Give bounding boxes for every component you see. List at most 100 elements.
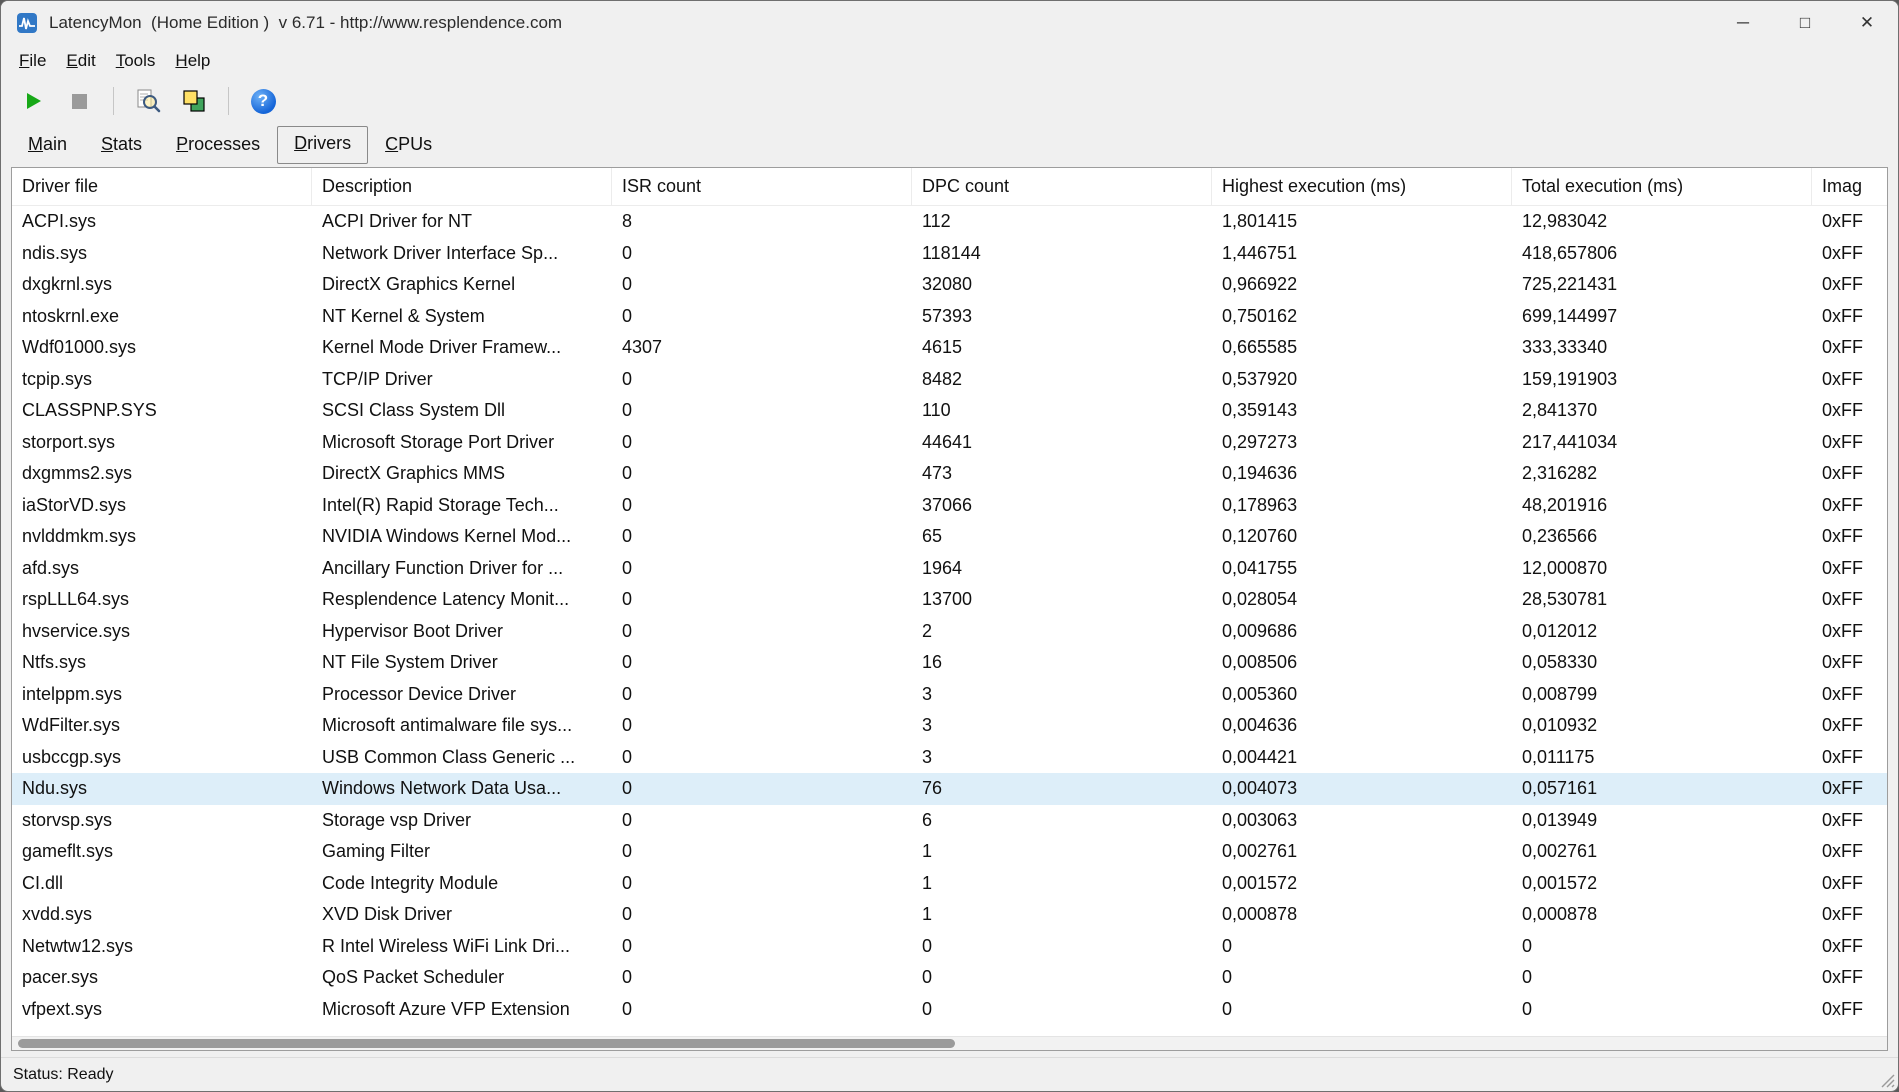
table-cell[interactable]: NVIDIA Windows Kernel Mod... — [312, 526, 612, 547]
table-row[interactable]: Netwtw12.sys R Intel Wireless WiFi Link … — [12, 931, 1887, 963]
table-cell[interactable]: 0xFF — [1812, 967, 1887, 988]
table-cell[interactable]: Ancillary Function Driver for ... — [312, 558, 612, 579]
table-cell[interactable]: 0,058330 — [1512, 652, 1812, 673]
column-header-highest-execution[interactable]: Highest execution (ms) — [1212, 168, 1512, 205]
table-cell[interactable]: storport.sys — [12, 432, 312, 453]
table-cell[interactable]: 0 — [612, 495, 912, 516]
table-cell[interactable]: 0xFF — [1812, 495, 1887, 516]
table-cell[interactable]: 0xFF — [1812, 715, 1887, 736]
table-cell[interactable]: USB Common Class Generic ... — [312, 747, 612, 768]
table-cell[interactable]: Netwtw12.sys — [12, 936, 312, 957]
table-cell[interactable]: 65 — [912, 526, 1212, 547]
table-cell[interactable]: 4615 — [912, 337, 1212, 358]
table-cell[interactable]: 0xFF — [1812, 778, 1887, 799]
table-row[interactable]: intelppm.sys Processor Device Driver 0 3… — [12, 679, 1887, 711]
table-cell[interactable]: 0 — [612, 841, 912, 862]
menu-file[interactable]: File — [9, 48, 56, 74]
table-cell[interactable]: XVD Disk Driver — [312, 904, 612, 925]
table-cell[interactable]: 0xFF — [1812, 558, 1887, 579]
table-cell[interactable]: 725,221431 — [1512, 274, 1812, 295]
table-cell[interactable]: SCSI Class System Dll — [312, 400, 612, 421]
copy-report-button[interactable] — [174, 83, 214, 119]
table-cell[interactable]: 0,178963 — [1212, 495, 1512, 516]
table-cell[interactable]: 0 — [612, 243, 912, 264]
table-cell[interactable]: 0 — [1512, 967, 1812, 988]
table-row[interactable]: Wdf01000.sys Kernel Mode Driver Framew..… — [12, 332, 1887, 364]
table-cell[interactable]: vfpext.sys — [12, 999, 312, 1020]
table-cell[interactable]: 0 — [612, 526, 912, 547]
table-cell[interactable]: 0 — [612, 904, 912, 925]
column-header-image[interactable]: Imag — [1812, 168, 1887, 205]
table-cell[interactable]: 0 — [612, 684, 912, 705]
table-row[interactable]: ACPI.sys ACPI Driver for NT 8 112 1,8014… — [12, 206, 1887, 238]
table-cell[interactable]: intelppm.sys — [12, 684, 312, 705]
table-cell[interactable]: 0 — [1512, 936, 1812, 957]
table-cell[interactable]: 0 — [612, 589, 912, 610]
tab-drivers[interactable]: Drivers — [277, 126, 369, 164]
table-cell[interactable]: 0,005360 — [1212, 684, 1512, 705]
table-cell[interactable]: 0,010932 — [1512, 715, 1812, 736]
table-cell[interactable]: 3 — [912, 684, 1212, 705]
table-cell[interactable]: 12,983042 — [1512, 211, 1812, 232]
table-cell[interactable]: 0,008506 — [1212, 652, 1512, 673]
table-cell[interactable]: Windows Network Data Usa... — [312, 778, 612, 799]
table-cell[interactable]: 0,003063 — [1212, 810, 1512, 831]
table-cell[interactable]: 0xFF — [1812, 211, 1887, 232]
table-cell[interactable]: 0,041755 — [1212, 558, 1512, 579]
table-row[interactable]: vfpext.sys Microsoft Azure VFP Extension… — [12, 994, 1887, 1026]
stop-monitor-button[interactable] — [59, 83, 99, 119]
analyze-button[interactable] — [128, 83, 168, 119]
table-cell[interactable]: 8482 — [912, 369, 1212, 390]
table-cell[interactable]: 0,750162 — [1212, 306, 1512, 327]
table-cell[interactable]: 48,201916 — [1512, 495, 1812, 516]
table-cell[interactable]: 32080 — [912, 274, 1212, 295]
table-cell[interactable]: 118144 — [912, 243, 1212, 264]
table-cell[interactable]: afd.sys — [12, 558, 312, 579]
table-cell[interactable]: 0 — [612, 400, 912, 421]
table-cell[interactable]: 0 — [612, 715, 912, 736]
table-cell[interactable]: 0 — [912, 936, 1212, 957]
table-row[interactable]: rspLLL64.sys Resplendence Latency Monit.… — [12, 584, 1887, 616]
table-cell[interactable]: ACPI Driver for NT — [312, 211, 612, 232]
table-cell[interactable]: 0,057161 — [1512, 778, 1812, 799]
table-cell[interactable]: dxgmms2.sys — [12, 463, 312, 484]
table-cell[interactable]: 0 — [1512, 999, 1812, 1020]
table-cell[interactable]: 2,841370 — [1512, 400, 1812, 421]
table-cell[interactable]: 4307 — [612, 337, 912, 358]
menu-tools[interactable]: Tools — [106, 48, 166, 74]
table-cell[interactable]: 0xFF — [1812, 526, 1887, 547]
table-row[interactable]: nvlddmkm.sys NVIDIA Windows Kernel Mod..… — [12, 521, 1887, 553]
table-cell[interactable]: R Intel Wireless WiFi Link Dri... — [312, 936, 612, 957]
table-cell[interactable]: 0xFF — [1812, 432, 1887, 453]
table-cell[interactable]: 0,537920 — [1212, 369, 1512, 390]
table-cell[interactable]: 1 — [912, 904, 1212, 925]
table-cell[interactable]: 0xFF — [1812, 369, 1887, 390]
table-cell[interactable]: Gaming Filter — [312, 841, 612, 862]
table-body[interactable]: ACPI.sys ACPI Driver for NT 8 112 1,8014… — [12, 206, 1887, 1036]
table-cell[interactable]: 217,441034 — [1512, 432, 1812, 453]
close-button[interactable]: ✕ — [1836, 1, 1898, 45]
table-cell[interactable]: 12,000870 — [1512, 558, 1812, 579]
table-cell[interactable]: 0 — [1212, 967, 1512, 988]
table-cell[interactable]: 0 — [612, 558, 912, 579]
table-cell[interactable]: 0xFF — [1812, 936, 1887, 957]
table-cell[interactable]: 0,009686 — [1212, 621, 1512, 642]
table-cell[interactable]: 0xFF — [1812, 274, 1887, 295]
table-cell[interactable]: Storage vsp Driver — [312, 810, 612, 831]
table-cell[interactable]: iaStorVD.sys — [12, 495, 312, 516]
table-row[interactable]: hvservice.sys Hypervisor Boot Driver 0 2… — [12, 616, 1887, 648]
table-cell[interactable]: 0,236566 — [1512, 526, 1812, 547]
table-cell[interactable]: TCP/IP Driver — [312, 369, 612, 390]
table-cell[interactable]: Kernel Mode Driver Framew... — [312, 337, 612, 358]
table-cell[interactable]: 0xFF — [1812, 621, 1887, 642]
table-cell[interactable]: 0 — [612, 778, 912, 799]
column-header-driver-file[interactable]: Driver file — [12, 168, 312, 205]
table-cell[interactable]: 0,297273 — [1212, 432, 1512, 453]
table-cell[interactable]: 0 — [612, 652, 912, 673]
table-cell[interactable]: NT Kernel & System — [312, 306, 612, 327]
table-row[interactable]: Ntfs.sys NT File System Driver 0 16 0,00… — [12, 647, 1887, 679]
table-cell[interactable]: 0 — [1212, 936, 1512, 957]
table-cell[interactable]: 0,013949 — [1512, 810, 1812, 831]
table-cell[interactable]: 0 — [612, 432, 912, 453]
table-cell[interactable]: tcpip.sys — [12, 369, 312, 390]
